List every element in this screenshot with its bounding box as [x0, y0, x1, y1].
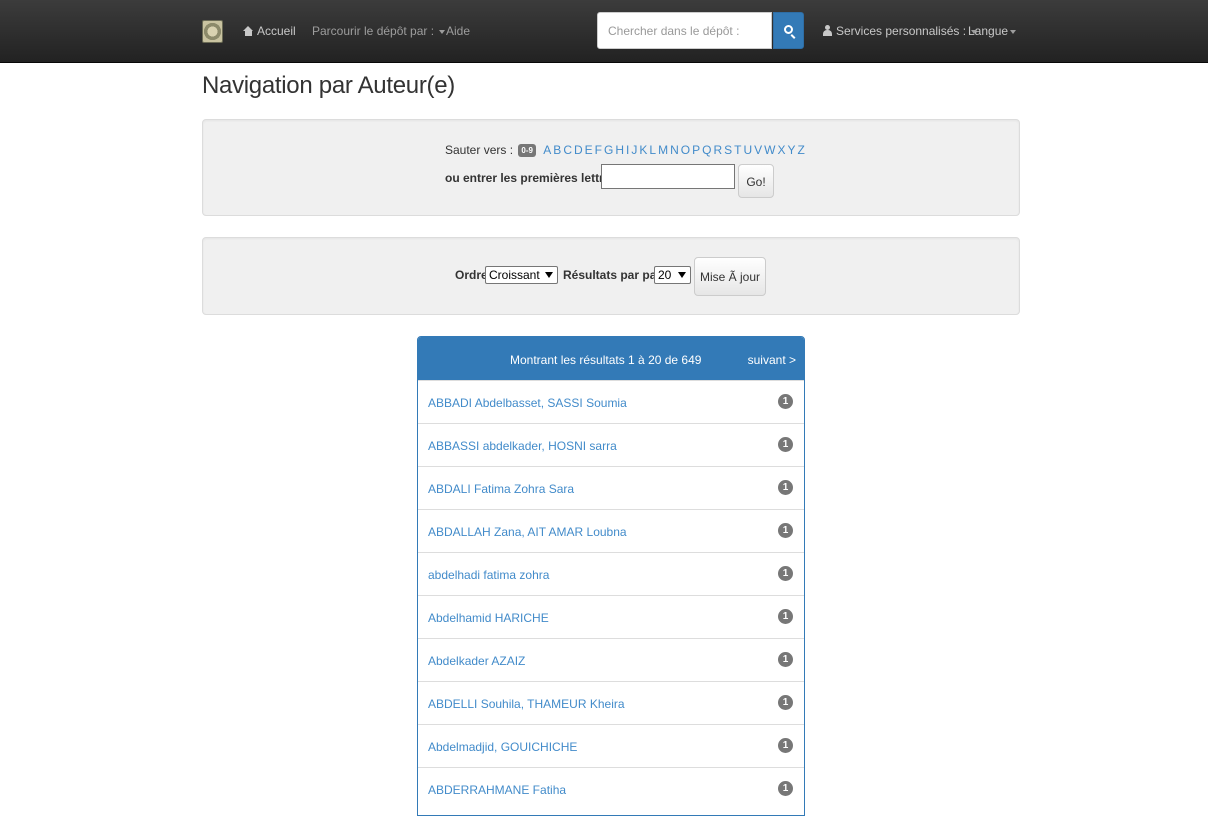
next-page-link[interactable]: suivant >	[748, 353, 796, 367]
nav-browse-label: Parcourir le dépôt par :	[312, 24, 435, 38]
results-per-page-value: 20	[658, 268, 672, 282]
letter-link-p[interactable]: P	[692, 143, 700, 157]
letter-link-b[interactable]: B	[553, 143, 561, 157]
results-per-page-select[interactable]: 20	[654, 266, 691, 284]
chevron-down-icon	[1010, 29, 1017, 34]
author-link[interactable]: ABDERRAHMANE Fatiha	[428, 783, 566, 797]
letter-link-r[interactable]: R	[713, 143, 722, 157]
list-item: Abdelmadjid, GOUICHICHE 1	[418, 724, 804, 767]
letter-link-y[interactable]: Y	[788, 143, 796, 157]
count-badge: 1	[778, 437, 793, 452]
count-badge: 1	[778, 738, 793, 753]
list-item: ABBASSI abdelkader, HOSNI sarra 1	[418, 423, 804, 466]
letter-link-c[interactable]: C	[563, 143, 572, 157]
author-link[interactable]: ABBADI Abdelbasset, SASSI Soumia	[428, 396, 627, 410]
count-badge: 1	[778, 781, 793, 796]
nav-home-label: Accueil	[257, 24, 296, 38]
letter-link-t[interactable]: T	[734, 143, 741, 157]
count-badge: 1	[778, 652, 793, 667]
author-link[interactable]: Abdelmadjid, GOUICHICHE	[428, 740, 577, 754]
letter-link-s[interactable]: S	[724, 143, 732, 157]
starts-with-input[interactable]	[601, 164, 735, 189]
top-navbar: Accueil Parcourir le dépôt par : Aide Se…	[0, 0, 1208, 63]
count-badge: 1	[778, 480, 793, 495]
list-item: ABDALLAH Zana, AIT AMAR Loubna 1	[418, 509, 804, 552]
author-link[interactable]: abdelhadi fatima zohra	[428, 568, 549, 582]
nav-services-label: Services personnalisés :	[836, 24, 967, 38]
letter-link-m[interactable]: M	[658, 143, 668, 157]
nav-browse-dropdown[interactable]: Parcourir le dépôt par :	[312, 24, 446, 38]
letter-link-q[interactable]: Q	[702, 143, 711, 157]
nav-services-dropdown[interactable]: Services personnalisés :	[823, 24, 978, 38]
count-badge: 1	[778, 523, 793, 538]
count-badge: 1	[778, 394, 793, 409]
letter-link-i[interactable]: I	[626, 143, 629, 157]
letter-link-o[interactable]: O	[681, 143, 690, 157]
letter-link-v[interactable]: V	[754, 143, 762, 157]
letter-link-z[interactable]: Z	[798, 143, 805, 157]
results-summary: Montrant les résultats 1 à 20 de 649	[510, 353, 702, 367]
author-link[interactable]: ABDALI Fatima Zohra Sara	[428, 482, 574, 496]
nav-language-label: Langue	[968, 24, 1009, 38]
go-button[interactable]: Go!	[738, 164, 774, 198]
page-title: Navigation par Auteur(e)	[202, 72, 455, 99]
chevron-down-icon	[678, 272, 686, 278]
list-item: Abdelkader AZAIZ 1	[418, 638, 804, 681]
letter-links: ABCDEFGHIJKLMNOPQRSTUVWXYZ	[541, 143, 805, 157]
jump-to-line: Sauter vers : 0-9 ABCDEFGHIJKLMNOPQRSTUV…	[445, 143, 805, 157]
search-icon	[784, 25, 793, 34]
count-badge: 1	[778, 695, 793, 710]
order-select-value: Croissant	[489, 268, 540, 282]
list-item: ABDELLI Souhila, THAMEUR Kheira 1	[418, 681, 804, 724]
letter-link-d[interactable]: D	[574, 143, 583, 157]
results-header: Montrant les résultats 1 à 20 de 649 sui…	[418, 337, 804, 380]
update-button[interactable]: Mise Ã jour	[694, 257, 766, 296]
letter-link-x[interactable]: X	[778, 143, 786, 157]
user-icon	[823, 25, 832, 36]
nav-home-link[interactable]: Accueil	[243, 24, 296, 38]
author-link[interactable]: ABBASSI abdelkader, HOSNI sarra	[428, 439, 617, 453]
letter-link-u[interactable]: U	[743, 143, 752, 157]
letter-link-j[interactable]: J	[631, 143, 637, 157]
letter-link-l[interactable]: L	[649, 143, 656, 157]
list-item: ABBADI Abdelbasset, SASSI Soumia 1	[418, 380, 804, 423]
chevron-down-icon	[439, 29, 446, 34]
list-item: Abdelhamid HARICHE 1	[418, 595, 804, 638]
list-item: ABDERRAHMANE Fatiha 1	[418, 767, 804, 810]
letter-link-k[interactable]: K	[639, 143, 647, 157]
jump-to-label: Sauter vers :	[445, 143, 514, 157]
order-label: Ordre	[455, 268, 488, 282]
letter-link-h[interactable]: H	[615, 143, 624, 157]
letter-link-f[interactable]: F	[595, 143, 602, 157]
search-input[interactable]	[597, 12, 772, 49]
letter-link-w[interactable]: W	[764, 143, 775, 157]
letter-link-e[interactable]: E	[585, 143, 593, 157]
count-badge: 1	[778, 566, 793, 581]
list-item: ABDALI Fatima Zohra Sara 1	[418, 466, 804, 509]
search-button[interactable]	[773, 12, 804, 49]
site-logo[interactable]	[202, 20, 223, 43]
jump-0-9-badge[interactable]: 0-9	[518, 144, 536, 157]
starts-with-label: ou entrer les premières lettres :	[445, 171, 625, 185]
author-link[interactable]: Abdelkader AZAIZ	[428, 654, 525, 668]
results-panel: Montrant les résultats 1 à 20 de 649 sui…	[417, 336, 805, 816]
count-badge: 1	[778, 609, 793, 624]
order-select[interactable]: Croissant	[485, 266, 558, 284]
nav-language-dropdown[interactable]: Langue	[968, 24, 1017, 38]
letter-link-n[interactable]: N	[670, 143, 679, 157]
chevron-down-icon	[545, 272, 553, 278]
nav-help-link[interactable]: Aide	[446, 24, 470, 38]
letter-link-g[interactable]: G	[604, 143, 613, 157]
home-icon	[243, 26, 254, 36]
author-link[interactable]: ABDALLAH Zana, AIT AMAR Loubna	[428, 525, 627, 539]
author-link[interactable]: ABDELLI Souhila, THAMEUR Kheira	[428, 697, 625, 711]
list-item: abdelhadi fatima zohra 1	[418, 552, 804, 595]
author-link[interactable]: Abdelhamid HARICHE	[428, 611, 549, 625]
letter-link-a[interactable]: A	[543, 143, 551, 157]
